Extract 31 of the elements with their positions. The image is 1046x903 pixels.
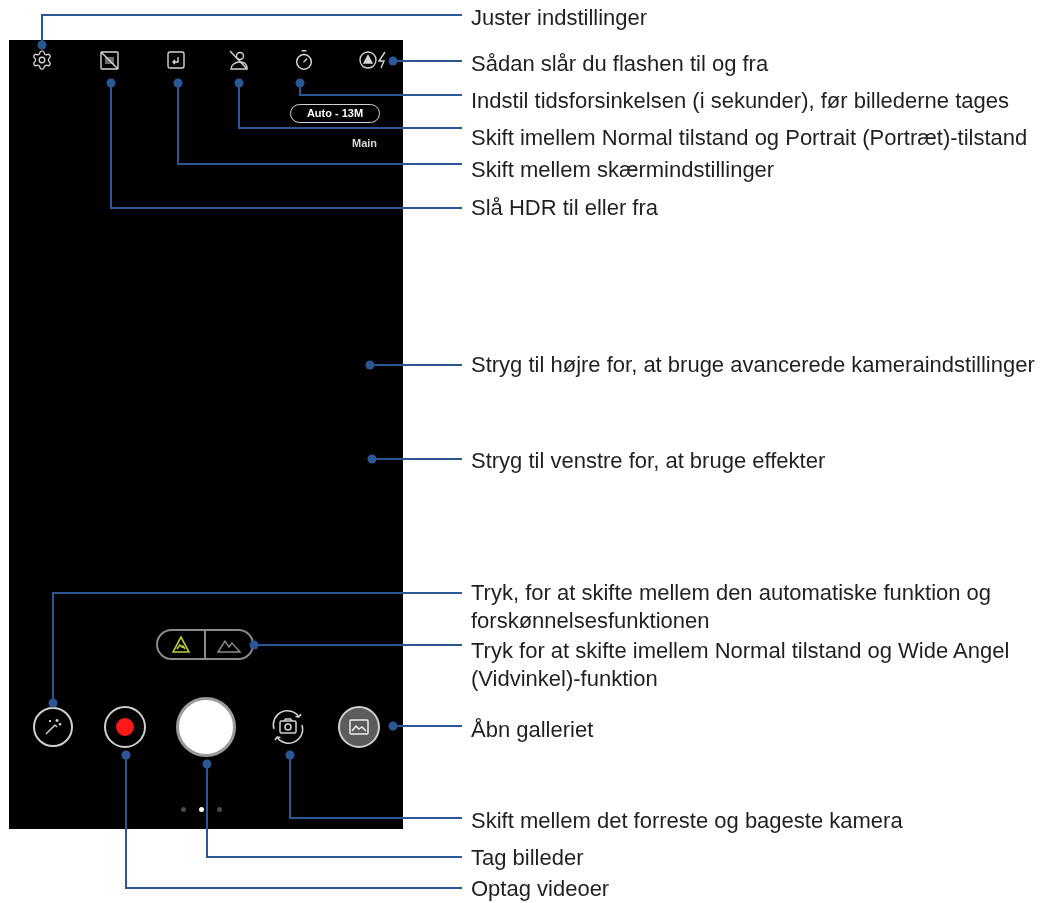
callout-text: Optag videoer — [471, 875, 611, 903]
image-icon — [349, 719, 369, 735]
lens-label: Main — [352, 136, 378, 150]
record-video-button[interactable] — [104, 706, 146, 748]
mountain-icon[interactable] — [172, 636, 190, 653]
callout-text: Slå HDR til eller fra — [471, 194, 660, 222]
aspect-ratio-icon[interactable] — [167, 51, 185, 69]
callout-text: Sådan slår du flashen til og fra — [471, 50, 770, 78]
callout-text: Åbn galleriet — [471, 716, 595, 744]
page-dot-icon[interactable] — [217, 807, 222, 812]
person-off-icon[interactable] — [228, 50, 248, 70]
callout-text: Indstil tidsforsinkelsen (i sekunder), før billederne tages — [471, 87, 1011, 115]
hdr-off-icon[interactable] — [100, 51, 119, 70]
callout-text: Stryg til højre for, at bruge avancerede kameraindstillinger — [471, 351, 1036, 379]
settings-icon[interactable] — [31, 49, 53, 71]
page-dot-icon[interactable] — [199, 807, 204, 812]
record-dot-icon — [116, 718, 134, 736]
shutter-button[interactable] — [176, 697, 236, 757]
callout-text: Tryk for at skifte imellem Normal tilstand og Wide Angel (Vidvinkel)-funktion — [471, 637, 1011, 693]
gallery-button[interactable] — [338, 706, 380, 748]
callout-text: Skift imellem Normal tilstand og Portrait (Portræt)-tilstand — [471, 124, 1029, 152]
callout-text: Stryg til venstre for, at bruge effekter — [471, 447, 827, 475]
callout-text: Skift mellem det forreste og bageste kamera — [471, 807, 904, 835]
timer-icon[interactable] — [293, 49, 315, 71]
beauty-mode-button[interactable] — [33, 707, 73, 747]
callout-text: Skift mellem skærmindstillinger — [471, 156, 776, 184]
callout-text: Tryk, for at skifte mellem den automatiske funktion og forskønnelsesfunktionen — [471, 579, 993, 635]
page-dot-icon[interactable] — [181, 807, 186, 812]
callout-text: Juster indstillinger — [471, 4, 649, 32]
magic-wand-icon — [43, 717, 63, 737]
callout-text: Tag billeder — [471, 844, 585, 872]
